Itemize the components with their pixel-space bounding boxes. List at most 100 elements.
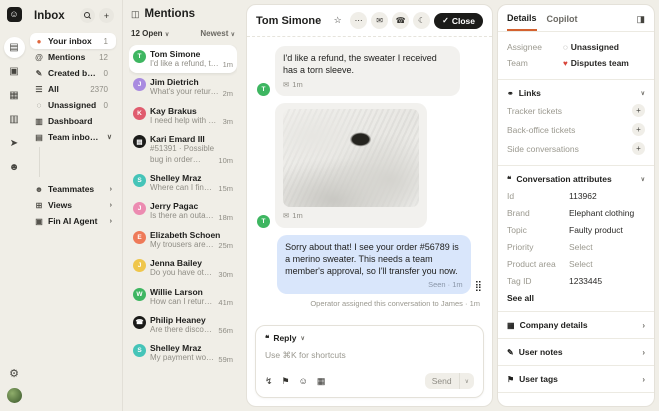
close-conversation-button[interactable]: ✓ Close [434, 13, 483, 29]
message-input[interactable]: Use ⌘K for shortcuts [265, 350, 474, 361]
sidebar-item[interactable]: ☰ All 2370 [30, 81, 116, 97]
new-conversation-button[interactable]: + [99, 8, 114, 23]
message-preview: Do you have other size... [150, 268, 215, 278]
shortcuts-icon[interactable]: ↯ [265, 376, 273, 387]
emoji-icon[interactable]: ☺ [299, 376, 308, 387]
attribute-value[interactable]: 1233445 [569, 276, 602, 286]
gif-icon[interactable]: ▦ [317, 376, 326, 387]
see-all-link[interactable]: See all [507, 289, 645, 304]
tab-copilot[interactable]: Copilot [547, 14, 578, 30]
conversation-list-item[interactable]: J Jerry Pagac Is there an outage? I ca..… [129, 197, 237, 225]
details-panel: Details Copilot ◨ Assignee ◌Unassigned T… [497, 4, 655, 407]
saved-replies-icon[interactable]: ⚑ [282, 376, 290, 387]
attribute-label: Brand [507, 208, 569, 218]
tab-details[interactable]: Details [507, 13, 537, 31]
customer-image-bubble: ✉1m [275, 103, 427, 227]
attributes-section-header[interactable]: ❝ Conversation attributes ∨ [507, 172, 645, 187]
sidebar-item-icon: ☻ [34, 185, 44, 194]
rail-item-icon[interactable]: ☻ [4, 157, 25, 178]
snooze-icon[interactable]: ☾ [413, 12, 430, 29]
attribute-value[interactable]: Faulty product [569, 225, 623, 235]
rail-item-icon[interactable]: ▣ [4, 61, 25, 82]
timestamp: 2m [223, 89, 233, 98]
links-rows: Tracker tickets + Back-office tickets + … [507, 101, 645, 158]
sidebar-item[interactable]: ● Your inbox 1 [30, 33, 116, 49]
send-button[interactable]: Send ∨ [425, 373, 474, 389]
attribute-value[interactable]: 113962 [569, 191, 597, 201]
contact-name: Tom Simone [150, 49, 233, 59]
mentions-header: ◫ Mentions [131, 8, 235, 20]
sidebar-item[interactable]: ▥ Dashboard [30, 113, 116, 129]
intercom-logo[interactable]: ☺ [7, 7, 22, 22]
customer-message-row: T ✉1m [257, 103, 482, 227]
team-value[interactable]: ♥Disputes team [563, 58, 629, 68]
conversation-list-item[interactable]: K Kay Brakus I need help with my order 3… [129, 102, 237, 130]
team-inbox-item[interactable] [47, 171, 116, 177]
phone-icon[interactable]: ☎ [392, 12, 409, 29]
attribute-value[interactable]: Select [569, 259, 593, 269]
attribute-value[interactable]: Select [569, 242, 593, 252]
sidebar-item[interactable]: ▤ Team inboxes ∨ [30, 129, 116, 145]
conversation-panel: Tom Simone ☆ ⋯ ✉ ☎ ☾ ✓ Close T I'd like … [246, 4, 493, 407]
sidebar-footer-item[interactable]: ☻ Teammates › [30, 181, 116, 197]
contact-name: Kari Emard III [150, 134, 233, 144]
section-icon: ⚑ [507, 375, 514, 384]
attribute-value[interactable]: Elephant clothing [569, 208, 634, 218]
open-filter-dropdown[interactable]: 12 Open ∨ [131, 29, 169, 38]
timestamp: 30m [218, 270, 233, 279]
sidebar-item-icon: ☰ [34, 85, 44, 94]
sidebar-footer-item[interactable]: ▣ Fin AI Agent › [30, 213, 116, 229]
search-button[interactable] [80, 8, 95, 23]
conversation-list-item[interactable]: W Willie Larson How can I return an ite.… [129, 283, 237, 311]
email-icon[interactable]: ✉ [371, 12, 388, 29]
sidebar-item-icon: ▣ [34, 217, 44, 226]
attachment-image-torn-sweater[interactable] [283, 109, 419, 207]
conversation-list-item[interactable]: T Tom Simone I'd like a refund, the swea… [129, 45, 237, 73]
conversation-list-item[interactable]: ▤ Kari Emard III #51391 · Possible bug i… [129, 130, 237, 169]
mentions-title: Mentions [145, 8, 195, 20]
details-nav-row[interactable]: ▦ Company details › [498, 312, 654, 339]
link-row: Side conversations + [507, 139, 645, 158]
sidebar-item-count: 1 [104, 37, 108, 46]
rail-item-icon[interactable]: ➤ [4, 133, 25, 154]
conversation-list-item[interactable]: J Jim Dietrich What's your returns polic… [129, 73, 237, 101]
conversation-list-item[interactable]: S Shelley Mraz My payment won't wor... 5… [129, 339, 237, 367]
add-link-button[interactable]: + [632, 104, 645, 117]
rail-item-icon[interactable]: ▤ [4, 37, 25, 58]
add-link-button[interactable]: + [632, 142, 645, 155]
rail-item-icon[interactable]: ▦ [4, 85, 25, 106]
section-icon: ✎ [507, 348, 514, 357]
conversation-list-item[interactable]: J Jenna Bailey Do you have other size...… [129, 254, 237, 282]
sidebar-footer-item[interactable]: ⊞ Views › [30, 197, 116, 213]
section-icon: ▦ [507, 321, 515, 330]
star-icon[interactable]: ☆ [329, 12, 346, 29]
sort-dropdown[interactable]: Newest ∨ [200, 29, 235, 38]
details-nav-row[interactable]: ✎ User notes › [498, 339, 654, 366]
check-icon: ✓ [442, 16, 449, 25]
conversation-summary: Kari Emard III #51391 · Possible bug in … [150, 134, 233, 165]
details-nav-row[interactable]: ⚑ User tags › [498, 366, 654, 393]
reply-mode-dropdown[interactable]: ❝ Reply ∨ [265, 333, 474, 343]
user-avatar[interactable] [7, 388, 22, 403]
collapse-panel-icon[interactable]: ◫ [131, 9, 140, 20]
conversation-list-item[interactable]: E Elizabeth Schoen My trousers are the w… [129, 226, 237, 254]
add-link-button[interactable]: + [632, 123, 645, 136]
timestamp: 3m [223, 117, 233, 126]
sidebar-item[interactable]: @ Mentions 12 [30, 49, 116, 65]
sidebar-item[interactable]: ✎ Created by you 0 [30, 65, 116, 81]
rail-glyph: ▤ [9, 42, 18, 53]
more-options-icon[interactable]: ⋯ [350, 12, 367, 29]
assignee-value[interactable]: ◌Unassigned [563, 42, 619, 52]
timestamp: 18m [218, 213, 233, 222]
settings-gear-icon[interactable]: ⚙ [9, 367, 19, 380]
conversation-summary: Jim Dietrich What's your returns policy?… [150, 77, 233, 97]
sidebar-item[interactable]: ◌ Unassigned 0 [30, 97, 116, 113]
conversation-list-item[interactable]: ☎ Philip Heaney Are there discounts av..… [129, 311, 237, 339]
attribute-label: Priority [507, 242, 569, 252]
toggle-panel-icon[interactable]: ◨ [636, 14, 645, 25]
message-preview: My payment won't wor... [150, 353, 215, 363]
conversation-list-item[interactable]: S Shelley Mraz Where can I find the late… [129, 169, 237, 197]
links-section-header[interactable]: ⚭ Links ∨ [507, 86, 645, 101]
conversation-summary: Jenna Bailey Do you have other size... 3… [150, 258, 233, 278]
rail-item-icon[interactable]: ▥ [4, 109, 25, 130]
